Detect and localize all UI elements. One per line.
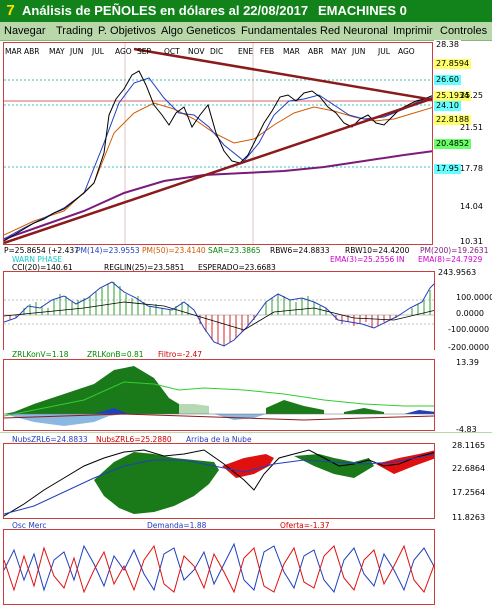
- month-label: JUN: [70, 47, 84, 56]
- cci-plot[interactable]: [3, 271, 435, 351]
- zrl-konb-label: ZRLKonB=0.81: [87, 350, 144, 359]
- window-subtitle: EMACHINES 0: [318, 3, 407, 18]
- month-label: FEB: [260, 47, 275, 56]
- month-label: OCT: [164, 47, 180, 56]
- filtro-label: Filtro=-2.47: [158, 350, 203, 359]
- month-label: MAR: [5, 47, 22, 56]
- menu-controles[interactable]: Controles: [440, 25, 487, 37]
- price-badge: 26.60: [434, 75, 461, 85]
- menu-fundamentales[interactable]: Fundamentales: [241, 25, 317, 37]
- cci-y-tick: 100.0000: [456, 293, 492, 302]
- cci-panel: CCI(20)=140.61 REGLIN(25)=23.5851 ESPERA…: [0, 262, 492, 352]
- nubes-y-tick: 28.1165: [452, 441, 486, 450]
- price-badge: 24.10: [434, 101, 461, 111]
- nubes-panel: NubsZRL6=24.8833 NubsZRL6=25.2880 Arriba…: [0, 433, 492, 522]
- month-label: AGO: [115, 47, 132, 56]
- nubes-y-tick: 22.6864: [452, 464, 486, 473]
- month-label: MAR: [283, 47, 300, 56]
- menu-imprimir[interactable]: Imprimir: [393, 25, 433, 37]
- legend-pm14: PM(14)=23.9553: [76, 246, 140, 255]
- price-chart-svg: [4, 43, 432, 244]
- legend-price: P=25.8654 (+2.437: [4, 246, 79, 255]
- month-label: JUL: [92, 47, 104, 56]
- menu-algo-geneticos[interactable]: Algo Geneticos: [161, 25, 236, 37]
- osc-panel: Osc Merc Demanda=1.88 Oferta=-1.37: [0, 520, 492, 608]
- month-label: MAY: [49, 47, 65, 56]
- price-badge: 28.38: [434, 40, 461, 50]
- menu-trading[interactable]: Trading: [56, 25, 93, 37]
- zrl-chart-svg: [4, 366, 434, 426]
- nubes-chart-svg: [4, 449, 434, 517]
- price-badge: 17.95: [434, 164, 461, 174]
- month-label: NOV: [188, 47, 205, 56]
- zrl-y-tick: 13.39: [456, 358, 479, 367]
- app-logo-icon: 7: [6, 2, 15, 19]
- price-badge: 27.8594: [434, 59, 472, 69]
- legend-rbw6: RBW6=24.8833: [270, 246, 330, 255]
- y-tick: 10.31: [460, 237, 483, 246]
- month-label: DIC: [210, 47, 224, 56]
- cci-y-tick: -100.0000: [448, 325, 490, 334]
- legend-rbw10: RBW10=24.4200: [345, 246, 410, 255]
- y-tick: 14.04: [460, 202, 483, 211]
- y-tick: 17.78: [460, 164, 483, 173]
- zrl-plot[interactable]: [3, 359, 435, 431]
- month-label: ABR: [24, 47, 40, 56]
- zrl-konv-label: ZRLKonV=1.18: [12, 350, 69, 359]
- nubes-y-tick: 17.2564: [452, 488, 486, 497]
- month-label: ABR: [308, 47, 324, 56]
- cci-y-tick: 243.9563: [438, 268, 477, 277]
- month-label: AGO: [398, 47, 415, 56]
- month-label: JUL: [378, 47, 390, 56]
- osc-plot[interactable]: [3, 529, 435, 605]
- y-tick: 21.51: [460, 123, 483, 132]
- month-label: SEP: [137, 47, 152, 56]
- month-label: JUN: [352, 47, 366, 56]
- window-title: Análisis de PEÑOLES en dólares al 22/08/…: [22, 3, 309, 18]
- legend-pm200: PM(200)=19.2631: [420, 246, 489, 255]
- price-panel: MAR ABR MAY JUN JUL AGO SEP OCT NOV DIC …: [0, 40, 492, 271]
- nubes-plot[interactable]: [3, 443, 435, 519]
- price-badge: 20.4852: [434, 139, 472, 149]
- month-label: ENE: [238, 47, 254, 56]
- menu-red-neuronal[interactable]: Red Neuronal: [320, 25, 388, 37]
- month-label: MAY: [331, 47, 347, 56]
- cci-y-tick: 0.0000: [456, 309, 484, 318]
- osc-chart-svg: [4, 542, 434, 594]
- window-titlebar: 7 Análisis de PEÑOLES en dólares al 22/0…: [0, 0, 492, 22]
- legend-sar: SAR=23.3865: [208, 246, 261, 255]
- legend-pm50: PM(50)=23.4140: [142, 246, 206, 255]
- cci-chart-svg: [4, 281, 434, 347]
- price-plot[interactable]: [3, 42, 433, 245]
- zrl-panel: ZRLKonV=1.18 ZRLKonB=0.81 Filtro=-2.47 1…: [0, 350, 492, 434]
- y-tick: 25.25: [460, 91, 483, 100]
- menu-objetivos[interactable]: P. Objetivos: [98, 25, 156, 37]
- menu-bar: Navegar Trading P. Objetivos Algo Geneti…: [0, 22, 492, 41]
- menu-navegar[interactable]: Navegar: [4, 25, 46, 37]
